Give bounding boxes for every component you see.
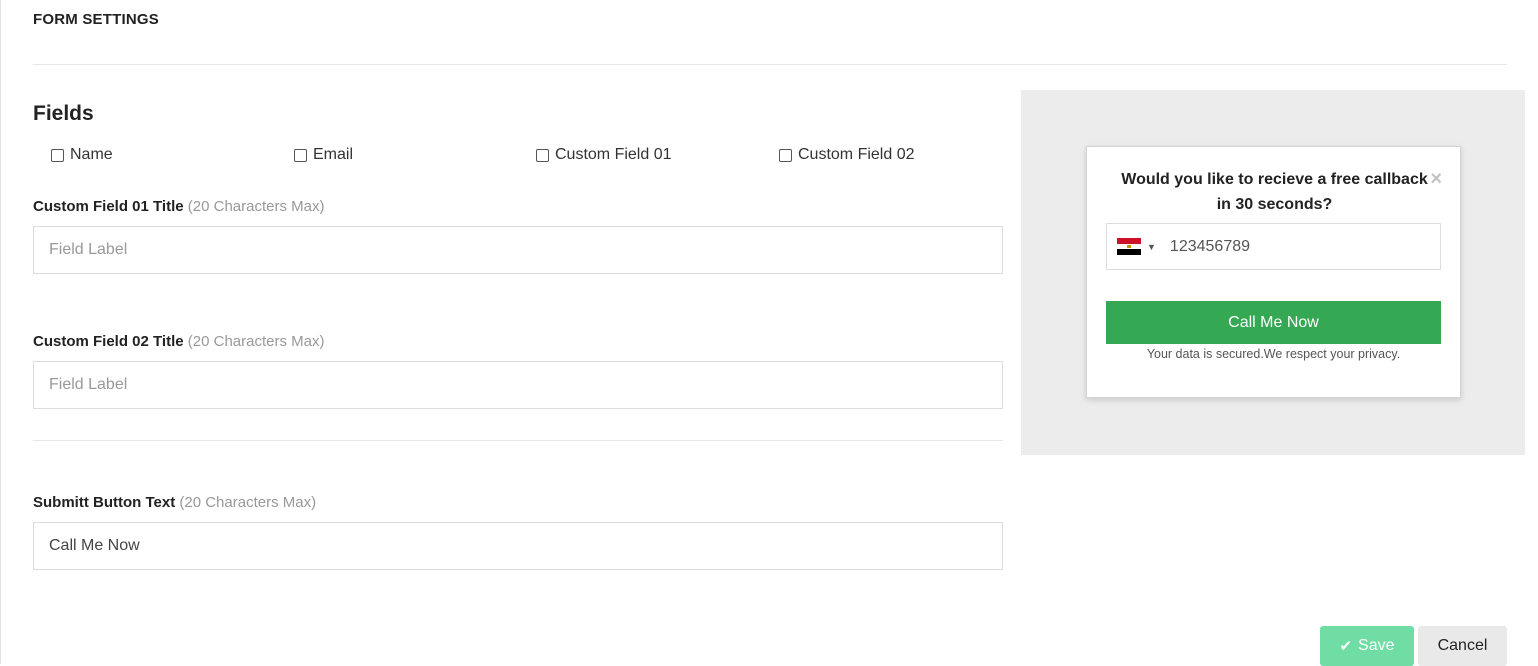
page-title: FORM SETTINGS bbox=[33, 11, 159, 28]
section-divider bbox=[33, 440, 1003, 441]
phone-number-value: 123456789 bbox=[1169, 237, 1251, 255]
page-left-border bbox=[0, 0, 1, 664]
email-checkbox-label: Email bbox=[313, 146, 354, 163]
submit-button-text-label: Submitt Button Text (20 Characters Max) bbox=[33, 494, 316, 511]
custom-field-02-title-text: Custom Field 02 Title bbox=[33, 333, 184, 350]
custom-field-01-checkbox[interactable]: Custom Field 01 bbox=[536, 146, 672, 164]
custom-field-01-checkbox-box[interactable] bbox=[536, 148, 549, 162]
header-divider bbox=[33, 64, 1507, 65]
custom-field-02-title-hint: (20 Characters Max) bbox=[187, 333, 325, 350]
field-checkbox-group: Name Email Custom Field 01 Custom Field … bbox=[51, 146, 1011, 168]
name-checkbox-label: Name bbox=[70, 146, 113, 163]
submit-button-text-hint: (20 Characters Max) bbox=[179, 494, 317, 511]
custom-field-01-checkbox-label: Custom Field 01 bbox=[555, 146, 672, 163]
fields-heading: Fields bbox=[33, 102, 94, 125]
egypt-flag-icon[interactable] bbox=[1117, 238, 1141, 256]
custom-field-02-checkbox-box[interactable] bbox=[779, 148, 792, 162]
call-me-now-button[interactable]: Call Me Now bbox=[1106, 301, 1441, 344]
name-checkbox[interactable]: Name bbox=[51, 146, 113, 164]
custom-field-02-title-placeholder: Field Label bbox=[49, 376, 128, 393]
custom-field-01-title-hint: (20 Characters Max) bbox=[187, 198, 325, 215]
save-button-label: Save bbox=[1358, 637, 1395, 654]
submit-button-text-value: Call Me Now bbox=[49, 537, 140, 554]
custom-field-01-title-text: Custom Field 01 Title bbox=[33, 198, 184, 215]
custom-field-01-title-placeholder: Field Label bbox=[49, 241, 128, 258]
save-button[interactable]: ✔ Save bbox=[1320, 626, 1414, 666]
phone-input[interactable]: ▼ 123456789 bbox=[1106, 223, 1441, 270]
widget-title: Would you like to recieve a free callbac… bbox=[1121, 171, 1428, 213]
custom-field-02-title-input[interactable]: Field Label bbox=[33, 361, 1003, 409]
chevron-down-icon[interactable]: ▼ bbox=[1147, 242, 1156, 252]
callback-widget-preview: × Would you like to recieve a free callb… bbox=[1086, 146, 1461, 398]
cancel-button[interactable]: Cancel bbox=[1418, 626, 1507, 666]
custom-field-01-title-input[interactable]: Field Label bbox=[33, 226, 1003, 274]
email-checkbox-box[interactable] bbox=[294, 148, 307, 162]
submit-button-text-input[interactable]: Call Me Now bbox=[33, 522, 1003, 570]
custom-field-01-title-label: Custom Field 01 Title (20 Characters Max… bbox=[33, 198, 324, 215]
name-checkbox-box[interactable] bbox=[51, 148, 64, 162]
custom-field-02-checkbox-label: Custom Field 02 bbox=[798, 146, 915, 163]
close-icon[interactable]: × bbox=[1430, 169, 1442, 189]
submit-button-text-title: Submitt Button Text bbox=[33, 494, 176, 511]
custom-field-02-checkbox[interactable]: Custom Field 02 bbox=[779, 146, 915, 164]
email-checkbox[interactable]: Email bbox=[294, 146, 353, 164]
privacy-note: Your data is secured.We respect your pri… bbox=[1146, 347, 1401, 361]
check-icon: ✔ bbox=[1339, 638, 1353, 655]
custom-field-02-title-label: Custom Field 02 Title (20 Characters Max… bbox=[33, 333, 324, 350]
